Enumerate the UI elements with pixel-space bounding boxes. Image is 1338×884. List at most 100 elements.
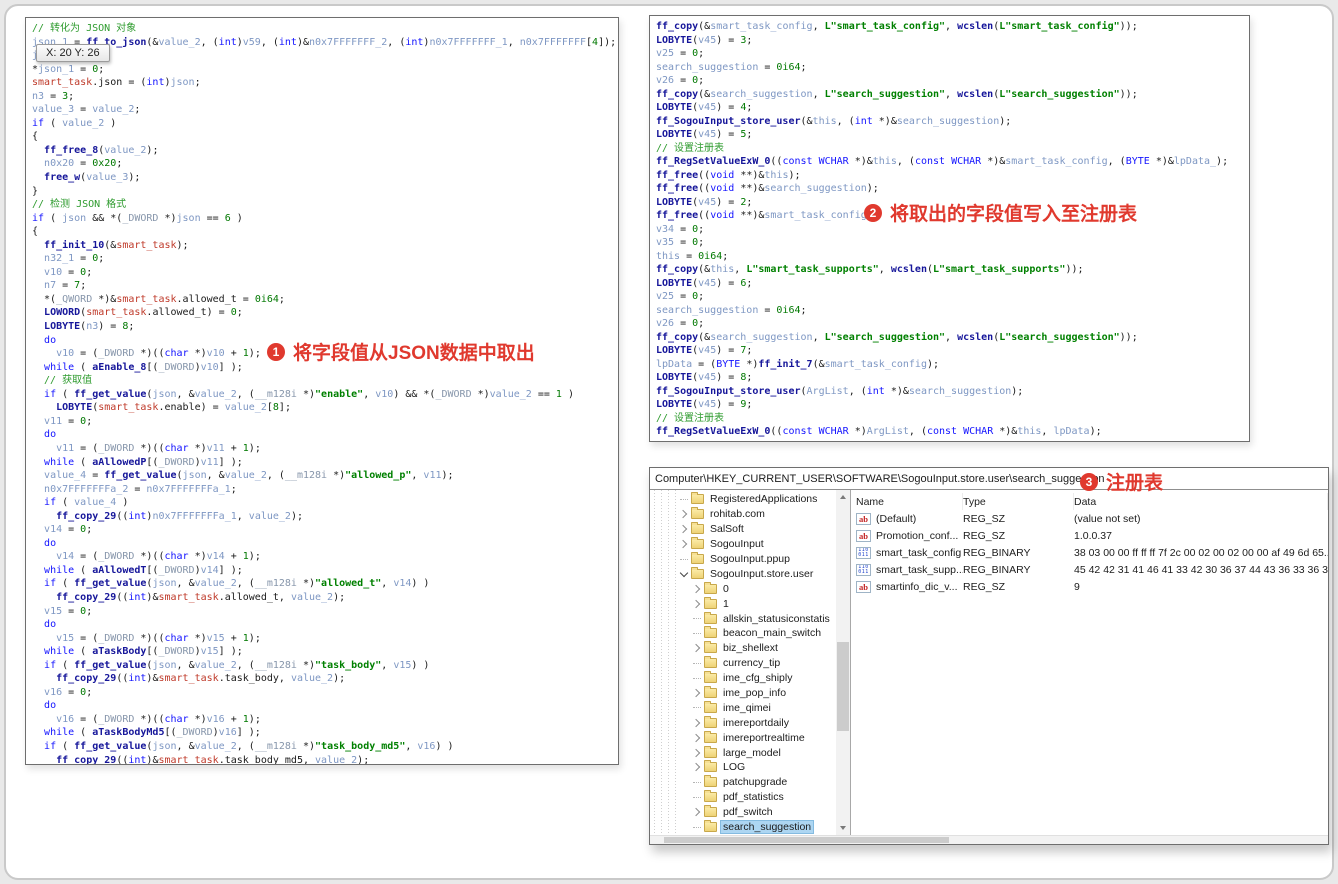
registry-body: RegisteredApplications rohitab.com SalSoft… bbox=[650, 490, 1328, 835]
tree-item-SogouInput[interactable]: SogouInput bbox=[650, 537, 836, 552]
code-line: } bbox=[32, 185, 39, 197]
tree-item-LOG[interactable]: LOG bbox=[650, 760, 836, 775]
chevron-right-icon[interactable] bbox=[678, 526, 690, 532]
registry-value-row[interactable]: ab (Default) REG_SZ (value not set) bbox=[851, 510, 1328, 527]
registry-value-row[interactable]: ab smartinfo_dic_v... REG_SZ 9 bbox=[851, 578, 1328, 595]
code-line: if ( ff_get_value(json, &value_2, (__m12… bbox=[44, 578, 430, 590]
code-line: LOBYTE(v45) = 5; bbox=[656, 129, 753, 140]
code-line: jso bbox=[32, 49, 618, 63]
chevron-right-icon[interactable] bbox=[691, 764, 703, 770]
code-line: n0x7FFFFFFFa_2 = n0x7FFFFFFFa_1; bbox=[44, 483, 237, 495]
folder-icon bbox=[704, 671, 717, 684]
tree-item-ime_qimei[interactable]: ime_qimei bbox=[650, 700, 836, 715]
code-line: do bbox=[44, 619, 57, 631]
chevron-down-icon[interactable] bbox=[678, 570, 690, 578]
decompiler-pseudocode-panel-left: // 转化为 JSON 对象 json_1 = ff_to_json(&value… bbox=[25, 17, 619, 765]
tree-item-beacon_main_switch[interactable]: beacon_main_switch bbox=[650, 626, 836, 641]
tree-item-RegisteredApplications[interactable]: RegisteredApplications bbox=[650, 492, 836, 507]
tree-item-1[interactable]: 1 bbox=[650, 596, 836, 611]
tree-leaf-dash bbox=[691, 633, 703, 634]
folder-icon bbox=[691, 537, 704, 550]
chevron-right-icon[interactable] bbox=[691, 735, 703, 741]
chevron-right-icon[interactable] bbox=[691, 720, 703, 726]
registry-value-row[interactable]: ab Promotion_conf... REG_SZ 1.0.0.37 bbox=[851, 527, 1328, 544]
code-line: ff_RegSetValueExW_0((const WCHAR *)ArgLi… bbox=[656, 426, 1102, 437]
chevron-right-icon[interactable] bbox=[678, 541, 690, 547]
chevron-right-icon[interactable] bbox=[691, 645, 703, 651]
chevron-right-icon[interactable] bbox=[691, 809, 703, 815]
chevron-right-icon[interactable] bbox=[691, 690, 703, 696]
code-line: ff_copy_29((int)n0x7FFFFFFFa_1, value_2)… bbox=[56, 510, 303, 522]
tree-leaf-dash bbox=[691, 678, 703, 679]
column-header-data[interactable]: Data bbox=[1074, 493, 1328, 510]
tree-item-search_suggestion[interactable]: search_suggestion bbox=[650, 820, 836, 835]
folder-icon bbox=[704, 611, 717, 624]
code-line: while ( aAllowedT[(_DWORD)v14] ); bbox=[44, 564, 243, 576]
value-type: REG_SZ bbox=[963, 512, 1006, 525]
chevron-right-icon[interactable] bbox=[691, 601, 703, 607]
scrollbar-thumb[interactable] bbox=[837, 641, 849, 732]
tree-item-large_model[interactable]: large_model bbox=[650, 745, 836, 760]
string-value-icon: ab bbox=[856, 529, 871, 542]
tree-item-SogouInput.ppup[interactable]: SogouInput.ppup bbox=[650, 552, 836, 567]
registry-value-row[interactable]: 110 011 smart_task_config REG_BINARY 38 03 0… bbox=[851, 544, 1328, 561]
code-line: while ( aTaskBody[(_DWORD)v15] ); bbox=[44, 646, 243, 658]
tree-item-allskin_statusiconstatis[interactable]: allskin_statusiconstatis bbox=[650, 611, 836, 626]
chevron-right-icon[interactable] bbox=[678, 511, 690, 517]
tree-item-imereportrealtime[interactable]: imereportrealtime bbox=[650, 730, 836, 745]
tree-vertical-scrollbar[interactable] bbox=[836, 490, 850, 835]
folder-icon bbox=[691, 552, 704, 564]
tree-item-pdf_statistics[interactable]: pdf_statistics bbox=[650, 790, 836, 805]
tree-leaf-dash bbox=[691, 663, 703, 664]
code-line: *(_QWORD *)&smart_task.allowed_t = 0i64; bbox=[32, 293, 285, 305]
folder-icon bbox=[704, 790, 717, 803]
tree-item-SogouInput.store.user[interactable]: SogouInput.store.user bbox=[650, 566, 836, 581]
tree-item-imereportdaily[interactable]: imereportdaily bbox=[650, 715, 836, 730]
code-line: v14 = 0; bbox=[44, 524, 93, 536]
folder-icon bbox=[704, 805, 717, 818]
tree-item-label: 1 bbox=[723, 597, 729, 610]
value-type: REG_BINARY bbox=[963, 563, 1031, 576]
tree-item-0[interactable]: 0 bbox=[650, 581, 836, 596]
chevron-right-icon[interactable] bbox=[691, 586, 703, 592]
code-line: v25 = 0; bbox=[656, 48, 705, 59]
tree-item-label: SogouInput.store.user bbox=[710, 567, 814, 580]
tree-item-SalSoft[interactable]: SalSoft bbox=[650, 522, 836, 537]
value-name: smart_task_config bbox=[876, 546, 962, 559]
tree-item-ime_pop_info[interactable]: ime_pop_info bbox=[650, 686, 836, 701]
code-line: ff_SogouInput_store_user(&this, (int *)&… bbox=[656, 115, 1012, 127]
scrollbar-up-arrow-icon[interactable] bbox=[840, 495, 846, 499]
code-line: v14 = (_DWORD *)((char *)v14 + 1); bbox=[56, 551, 261, 563]
code-line: if ( json && *(_DWORD *)json == 6 ) bbox=[32, 212, 243, 224]
tree-item-biz_shellext[interactable]: biz_shellext bbox=[650, 641, 836, 656]
tree-item-label: biz_shellext bbox=[723, 642, 778, 655]
scrollbar-down-arrow-icon[interactable] bbox=[840, 826, 846, 830]
registry-address-bar[interactable]: Computer\HKEY_CURRENT_USER\SOFTWARE\Sogo… bbox=[650, 468, 1328, 490]
folder-icon bbox=[704, 626, 717, 639]
column-header-type[interactable]: Type bbox=[963, 493, 1074, 510]
folder-icon bbox=[704, 745, 717, 758]
value-name-cell: ab smartinfo_dic_v... bbox=[851, 580, 963, 593]
registry-value-row[interactable]: 110 011 smart_task_supp... REG_BINARY 45 42 … bbox=[851, 561, 1328, 578]
scrollbar-thumb[interactable] bbox=[664, 837, 949, 843]
column-header-name[interactable]: Name bbox=[851, 493, 963, 510]
code-line: LOBYTE(n3) = 8; bbox=[44, 321, 135, 333]
code-line: v16 = (_DWORD *)((char *)v16 + 1); bbox=[56, 713, 261, 725]
tree-leaf-dash bbox=[678, 559, 690, 560]
folder-icon bbox=[691, 566, 704, 579]
registry-horizontal-scrollbar[interactable] bbox=[650, 835, 1328, 844]
value-name: smartinfo_dic_v... bbox=[876, 580, 958, 593]
tree-item-label: LOG bbox=[723, 761, 746, 774]
tree-item-patchupgrade[interactable]: patchupgrade bbox=[650, 775, 836, 790]
tree-item-ime_cfg_shiply[interactable]: ime_cfg_shiply bbox=[650, 671, 836, 686]
value-data: (value not set) bbox=[1074, 512, 1141, 525]
tree-item-rohitab.com[interactable]: rohitab.com bbox=[650, 507, 836, 522]
tree-item-currency_tip[interactable]: currency_tip bbox=[650, 656, 836, 671]
tree-item-pdf_switch[interactable]: pdf_switch bbox=[650, 805, 836, 820]
code-line: search_suggestion = 0i64; bbox=[656, 304, 807, 316]
code-line: ff_copy_29((int)&smart_task.allowed_t, v… bbox=[56, 591, 346, 603]
code-line: while ( aTaskBodyMd5[(_DWORD)v16] ); bbox=[44, 727, 261, 739]
chevron-right-icon[interactable] bbox=[691, 750, 703, 756]
folder-icon bbox=[704, 775, 717, 788]
code-line: v15 = (_DWORD *)((char *)v15 + 1); bbox=[56, 632, 261, 644]
